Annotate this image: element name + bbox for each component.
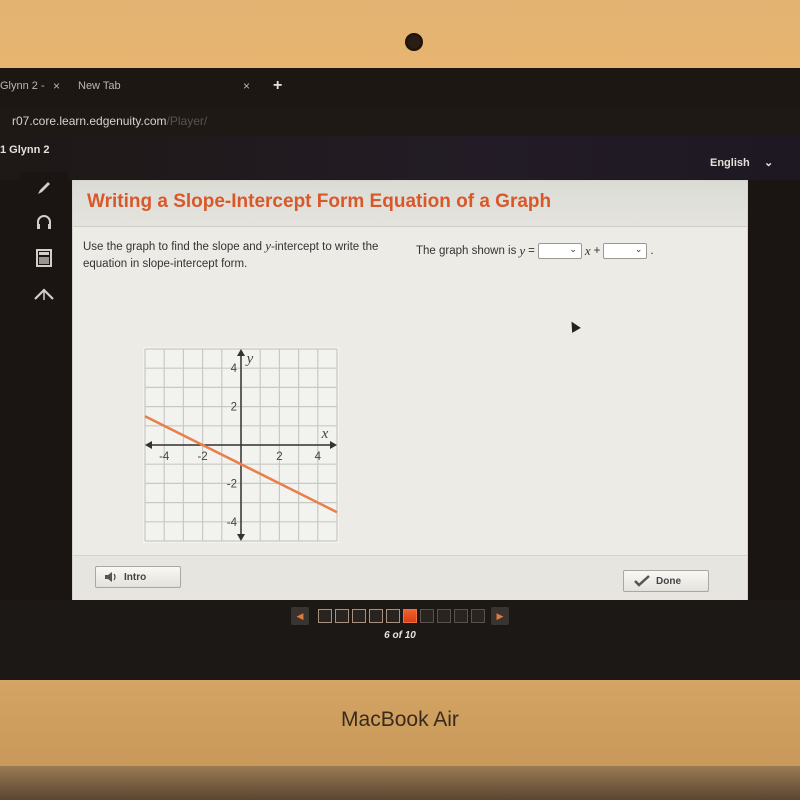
collapse-icon[interactable] — [30, 280, 58, 308]
y-tick-label: 2 — [231, 402, 237, 414]
x-tick-label: 2 — [276, 451, 282, 463]
x-tick-label: -4 — [159, 451, 170, 463]
tab-new-tab[interactable]: New Tab — [78, 80, 121, 92]
laptop-bottom-bezel: MacBook Air — [0, 680, 800, 766]
language-select[interactable]: English — [710, 157, 750, 169]
page-box-1[interactable] — [318, 609, 332, 623]
chevron-down-icon[interactable]: ⌄ — [764, 156, 773, 169]
page-box-10[interactable] — [471, 609, 485, 623]
close-tab-icon[interactable]: × — [243, 79, 250, 93]
x-tick-label: -2 — [197, 451, 207, 463]
prompt-variable-x: x — [584, 243, 591, 258]
laptop-base — [0, 766, 800, 800]
camera-icon — [405, 33, 423, 51]
pencil-icon[interactable] — [30, 174, 58, 202]
intro-button[interactable]: Intro — [95, 566, 181, 588]
page-box-3[interactable] — [352, 609, 366, 623]
page-box-2[interactable] — [335, 609, 349, 623]
lesson-footer: Intro Done — [73, 555, 747, 601]
url-text[interactable]: r07.core.learn.edgenuity.com/Player/ — [12, 114, 207, 128]
mouse-cursor-icon — [567, 319, 581, 333]
x-axis-label: x — [321, 426, 329, 442]
y-axis-label: y — [245, 351, 254, 367]
prompt-variable-y: y — [519, 243, 526, 258]
prompt-equals: = — [528, 245, 535, 257]
app-header: 1 Glynn 2 — [0, 136, 800, 180]
y-tick-label: -2 — [227, 478, 237, 490]
page-box-8[interactable] — [437, 609, 451, 623]
course-label: 1 Glynn 2 — [0, 144, 50, 156]
headphones-icon[interactable] — [30, 208, 58, 236]
lesson-header: Writing a Slope-Intercept Form Equation … — [73, 181, 747, 227]
page-navigator: ◀ ▶ 6 of 10 — [0, 600, 800, 680]
device-brand-label: MacBook Air — [341, 708, 459, 731]
speaker-icon — [105, 572, 116, 582]
tool-strip — [20, 172, 68, 312]
lesson-title: Writing a Slope-Intercept Form Equation … — [87, 191, 552, 212]
lesson-card: Writing a Slope-Intercept Form Equation … — [72, 180, 748, 601]
chevron-left-icon: ◀ — [296, 610, 304, 621]
address-bar[interactable]: r07.core.learn.edgenuity.com/Player/ — [0, 108, 800, 136]
prompt-plus: + — [593, 245, 601, 257]
instructions: Use the graph to find the slope and y-in… — [83, 237, 403, 273]
page-box-4[interactable] — [369, 609, 383, 623]
screen: Glynn 2 - × New Tab × + r07.core.learn.e… — [0, 68, 800, 680]
calculator-icon[interactable] — [30, 244, 58, 272]
slope-select[interactable]: ⌄ — [537, 243, 582, 259]
page-box-5[interactable] — [386, 609, 400, 623]
intro-label: Intro — [124, 571, 147, 583]
laptop-top-bezel — [0, 0, 800, 70]
chevron-down-icon: ⌄ — [634, 244, 643, 254]
prompt-text: The graph shown is — [416, 245, 517, 257]
page-box-9[interactable] — [454, 609, 468, 623]
coordinate-graph: -4 -2 2 4 4 2 -2 -4 x y — [143, 347, 339, 543]
page-box-6[interactable] — [403, 609, 417, 623]
instructions-text: Use the graph to find the slope and — [83, 241, 266, 253]
new-tab-button[interactable]: + — [273, 77, 282, 95]
page-count: 6 of 10 — [384, 630, 416, 641]
y-tick-label: 4 — [231, 363, 238, 375]
y-tick-label: -4 — [227, 517, 238, 529]
url-domain: r07.core.learn.edgenuity.com — [12, 114, 167, 128]
chevron-down-icon: ⌄ — [569, 244, 577, 254]
done-button[interactable]: Done — [623, 570, 709, 592]
next-page-button[interactable]: ▶ — [491, 607, 509, 625]
chevron-right-icon: ▶ — [496, 610, 504, 621]
equation-prompt: The graph shown is y = ⌄ x + ⌄ . — [416, 243, 654, 259]
close-tab-icon[interactable]: × — [53, 79, 60, 93]
intercept-select[interactable]: ⌄ — [603, 243, 648, 259]
previous-page-button[interactable]: ◀ — [291, 607, 309, 625]
checkmark-icon — [634, 575, 650, 587]
url-path: /Player/ — [166, 114, 208, 128]
tab-glynn[interactable]: Glynn 2 - — [0, 80, 45, 92]
prompt-period: . — [650, 245, 654, 257]
browser-tab-bar: Glynn 2 - × New Tab × + — [0, 68, 800, 108]
x-tick-label: 4 — [315, 451, 322, 463]
done-label: Done — [656, 575, 681, 587]
page-box-7[interactable] — [420, 609, 434, 623]
